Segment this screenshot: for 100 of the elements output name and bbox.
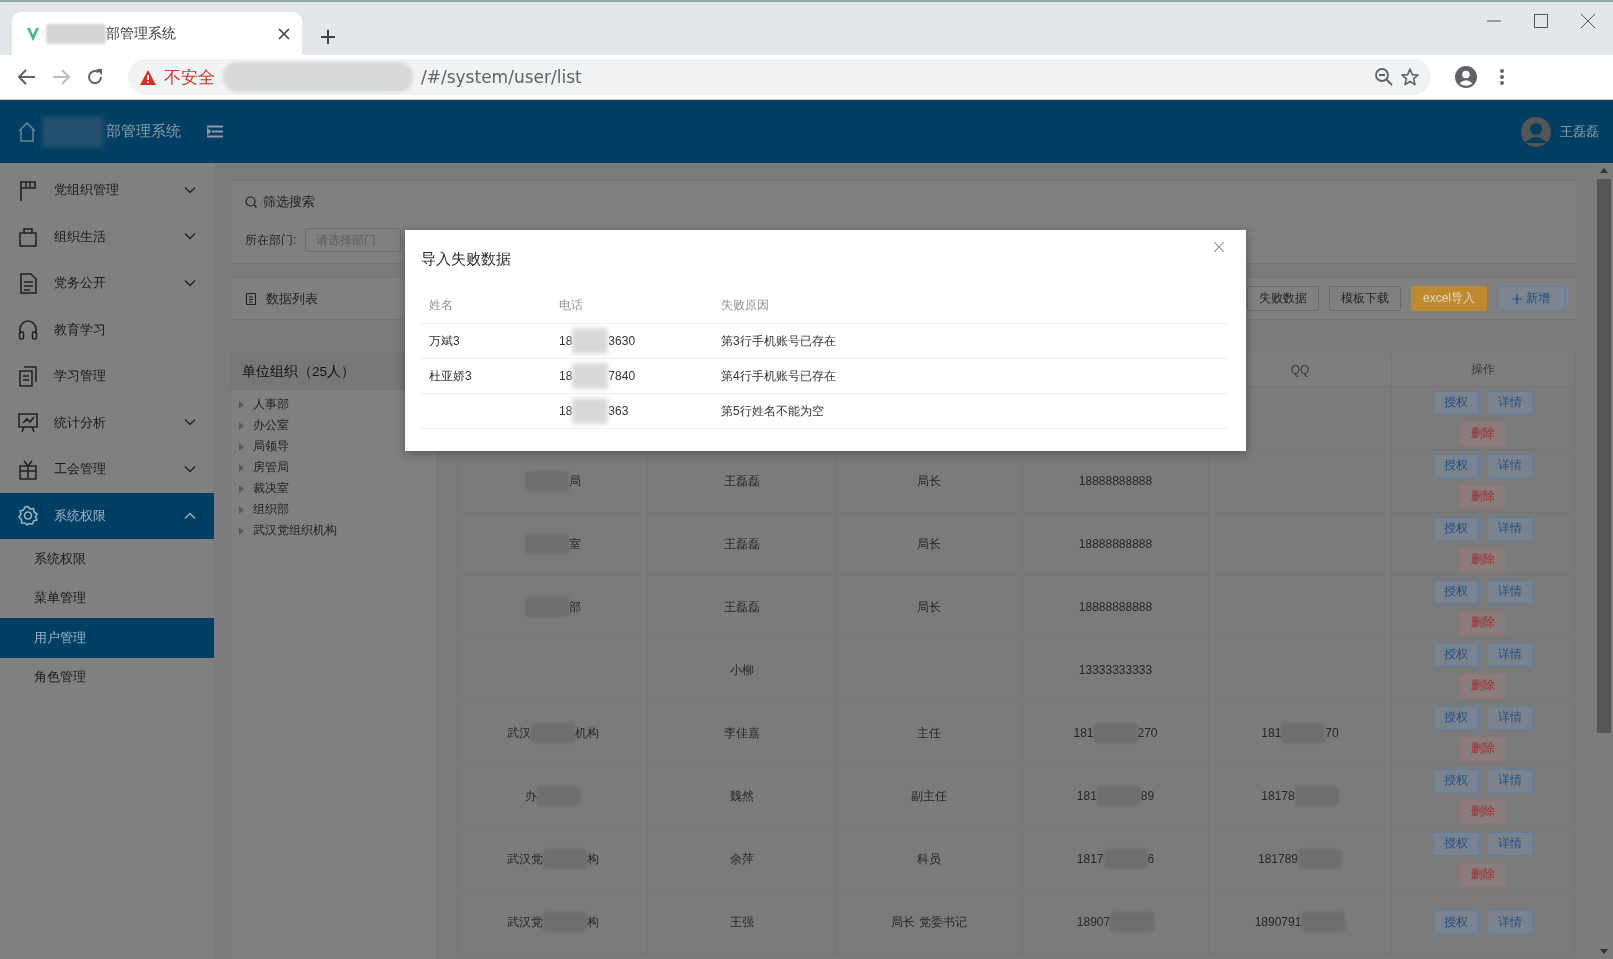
delete-button[interactable]: 删除 [1460, 610, 1506, 635]
zoom-out-icon[interactable] [1375, 68, 1393, 86]
address-bar[interactable]: 不安全 /#/system/user/list [128, 59, 1431, 95]
delete-button[interactable]: 删除 [1460, 484, 1506, 509]
chevron-down-icon [184, 465, 196, 473]
account-icon[interactable] [1455, 66, 1477, 88]
tree-node[interactable]: 房管局 [231, 457, 293, 478]
menu-item[interactable]: 统计分析 [0, 399, 214, 446]
star-icon[interactable] [1401, 68, 1419, 86]
grant-button[interactable]: 授权 [1433, 768, 1479, 793]
table-cell: 王强 [648, 891, 836, 954]
cell-text: 1890791 [1254, 915, 1302, 929]
tree-node[interactable]: 办公室 [231, 415, 293, 436]
menu-item[interactable]: 党务公开 [0, 260, 214, 307]
tree-node[interactable]: 组织部 [231, 499, 293, 520]
details-button[interactable]: 详情 [1487, 831, 1533, 856]
caret-right-icon [239, 463, 245, 472]
grant-button[interactable]: 授权 [1433, 579, 1479, 604]
grant-button[interactable]: 授权 [1433, 390, 1479, 415]
cell-text: 武汉 [506, 724, 531, 742]
redaction-mark [42, 116, 104, 147]
delete-button[interactable]: 删除 [1460, 736, 1506, 761]
delete-button[interactable]: 删除 [1460, 673, 1506, 698]
redaction-mark [46, 23, 106, 44]
caret-right-icon [239, 484, 245, 493]
dialog-title: 导入失败数据 [421, 249, 511, 269]
tree-node[interactable]: 裁决室 [231, 478, 293, 499]
maximize-icon[interactable] [1534, 14, 1548, 28]
app-title: 部管理系统 [106, 122, 181, 141]
grant-button[interactable]: 授权 [1433, 910, 1479, 934]
details-button[interactable]: 详情 [1487, 910, 1533, 934]
table-cell: 第5行姓名不能为空 [721, 402, 824, 420]
table-cell: 第3行手机账号已存在 [721, 332, 836, 350]
bag-icon [18, 226, 38, 248]
cell-text: 6 [1147, 852, 1155, 866]
grant-button[interactable]: 授权 [1433, 642, 1479, 667]
table-cell: 李佳嘉 [648, 702, 836, 765]
security-label: 不安全 [164, 65, 215, 89]
cell-text: 18178 [1261, 789, 1295, 803]
import-button[interactable]: excel导入 [1411, 286, 1487, 311]
menu-item[interactable]: 教育学习 [0, 306, 214, 353]
delete-button[interactable]: 删除 [1460, 421, 1506, 446]
table-cell: 18 [559, 334, 573, 348]
submenu-item[interactable]: 系统权限 [0, 539, 214, 579]
table-cell: 363 [608, 404, 629, 418]
details-button[interactable]: 详情 [1487, 390, 1533, 415]
close-icon[interactable] [1581, 14, 1595, 28]
back-icon[interactable] [18, 69, 36, 85]
menu-item[interactable]: 学习管理 [0, 353, 214, 400]
details-button[interactable]: 详情 [1487, 642, 1533, 667]
details-button[interactable]: 详情 [1487, 453, 1533, 478]
redaction-mark [572, 398, 609, 424]
menu-item[interactable]: 工会管理 [0, 446, 214, 493]
scroll-down-icon [1600, 949, 1608, 954]
delete-button[interactable]: 删除 [1460, 547, 1506, 572]
grant-button[interactable]: 授权 [1433, 705, 1479, 730]
menu-item[interactable]: 党组织管理 [0, 167, 214, 214]
menu-item[interactable]: 组织生活 [0, 213, 214, 260]
add-button[interactable]: 新增 [1497, 286, 1565, 311]
new-tab-icon[interactable] [320, 29, 336, 45]
delete-button[interactable]: 删除 [1460, 862, 1506, 887]
grant-button[interactable]: 授权 [1433, 453, 1479, 478]
column-header: 操作 [1392, 353, 1575, 387]
home-icon [18, 121, 36, 142]
menu-icon[interactable] [207, 125, 223, 138]
section-title: 数据列表 [266, 289, 318, 308]
column-header: 电话 [559, 297, 583, 314]
browser-tab[interactable]: 部管理系统 [12, 12, 302, 55]
list-icon [246, 292, 256, 305]
grant-button[interactable]: 授权 [1433, 831, 1479, 856]
cell-text: 室 [568, 535, 581, 553]
warning-icon [140, 69, 156, 85]
details-button[interactable]: 详情 [1487, 768, 1533, 793]
submenu-item[interactable]: 用户管理 [0, 618, 214, 658]
submenu-item[interactable]: 菜单管理 [0, 578, 214, 618]
caret-right-icon [239, 400, 245, 409]
toolbar-button[interactable]: 模板下载 [1329, 286, 1401, 311]
table-cell: 18888888888 [1023, 513, 1209, 576]
close-icon[interactable] [278, 27, 290, 40]
cell-text: 部 [568, 598, 581, 616]
tree-node[interactable]: 人事部 [231, 394, 293, 415]
redaction-mark [572, 328, 609, 354]
reload-icon[interactable] [86, 68, 104, 86]
caret-right-icon [239, 442, 245, 451]
tree-node[interactable]: 局领导 [231, 436, 293, 457]
toolbar-button[interactable]: 失败数据 [1247, 286, 1319, 311]
details-button[interactable]: 详情 [1487, 516, 1533, 541]
details-button[interactable]: 详情 [1487, 705, 1533, 730]
menu-icon[interactable] [1499, 68, 1505, 86]
column-header: 姓名 [429, 297, 453, 314]
section-title: 筛选搜索 [263, 193, 315, 211]
delete-button[interactable]: 删除 [1460, 799, 1506, 824]
chart-board-icon [18, 412, 38, 434]
submenu-item[interactable]: 角色管理 [0, 657, 214, 697]
details-button[interactable]: 详情 [1487, 579, 1533, 604]
headphones-icon [18, 319, 38, 341]
grant-button[interactable]: 授权 [1433, 516, 1479, 541]
tree-node[interactable]: 武汉党组织机构 [231, 520, 341, 541]
menu-item[interactable]: 系统权限 [0, 492, 214, 539]
table-cell: 王磊磊 [648, 576, 836, 639]
